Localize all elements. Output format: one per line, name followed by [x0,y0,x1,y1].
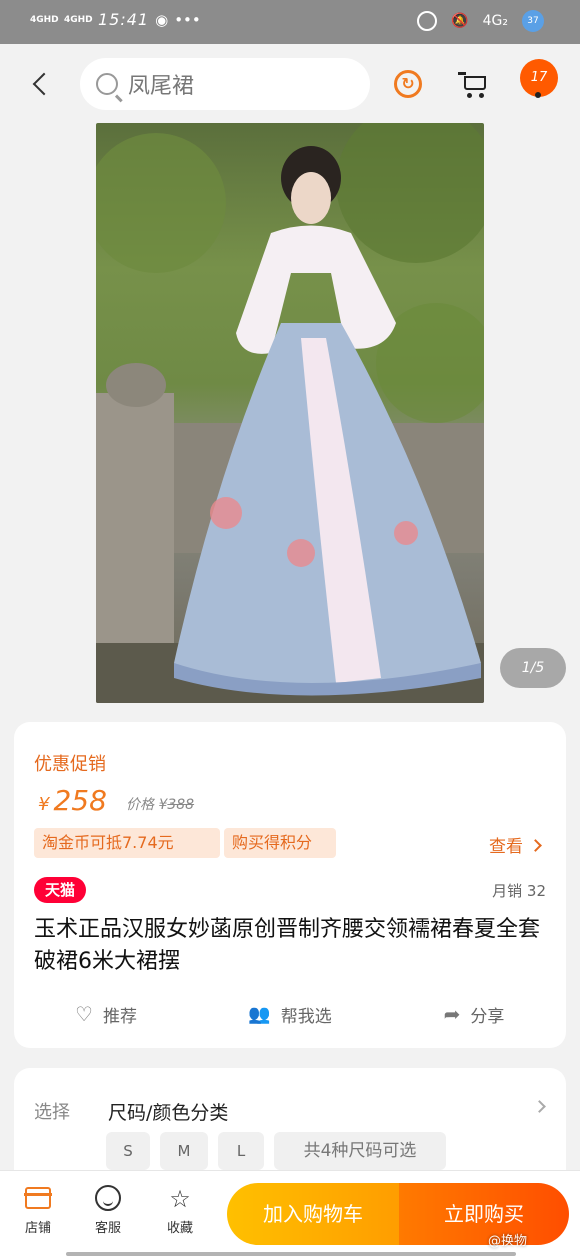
add-to-cart-button[interactable]: 加入购物车 [227,1183,399,1245]
share-label: 分享 [470,1006,505,1027]
alarm-icon [417,11,438,31]
store-icon [24,1187,52,1209]
buy-now-button[interactable]: 立即购买 [399,1183,569,1245]
network-indicator: 4G₂ [482,13,508,29]
cart-icon[interactable] [458,70,488,98]
promo-label: 优惠促销 [34,754,106,775]
size-chip-s[interactable]: S [106,1132,150,1170]
customer-service-button[interactable]: 客服 [78,1183,138,1236]
share-button[interactable]: ➦ 分享 [382,998,566,1030]
view-promo-link[interactable]: 查看 [489,832,542,857]
original-price: 价格 ¥388 [126,794,194,814]
more-dots: ••• [174,10,201,29]
product-title: 玉术正品汉服女妙菡原创晋制齐腰交领襦裙春夏全套破裙6米大裙摆 [34,917,541,974]
more-icon[interactable] [535,92,541,98]
size-chip-m[interactable]: M [160,1132,208,1170]
recommend-button[interactable]: ♡ 推荐 [14,998,198,1030]
back-button[interactable] [26,66,56,102]
select-value: 尺码/颜色分类 [108,1102,229,1124]
tmall-badge: 天猫 [34,877,86,903]
home-indicator[interactable] [66,1252,516,1256]
original-price-label: 价格 ¥ [126,797,168,813]
currency-symbol: ¥ [38,794,50,815]
watermark: @换物 [488,1234,528,1249]
top-nav: 凤尾裙 ↻ 17 [0,44,580,124]
signal-indicator-2: 4GHD [64,14,93,25]
monthly-sales: 月销 32 [492,882,546,900]
product-image[interactable] [96,123,484,703]
search-icon [96,73,118,95]
store-button[interactable]: 店铺 [8,1183,68,1236]
coin-discount-badge[interactable]: 淘金币可抵7.74元 [34,828,220,858]
chevron-right-icon [533,1100,546,1113]
favorite-button[interactable]: ☆ 收藏 [150,1183,210,1236]
service-label: 客服 [94,1221,121,1236]
help-choose-button[interactable]: 👥 帮我选 [198,998,382,1030]
points-badge[interactable]: 购买得积分 [224,828,336,858]
product-photo-illustration [96,123,484,703]
select-label: 选择 [34,1102,70,1123]
price: ¥258 [38,784,107,817]
clock: 15:41 [98,10,150,29]
store-label: 店铺 [24,1221,51,1236]
star-icon: ☆ [169,1185,191,1213]
chevron-right-icon [529,839,542,852]
help-choose-label: 帮我选 [280,1006,332,1027]
product-info-card: 优惠促销 ¥258 价格 ¥388 淘金币可抵7.74元 购买得积分 查看 天猫… [14,722,566,1048]
action-row: ♡ 推荐 👥 帮我选 ➦ 分享 [14,998,566,1030]
signal-indicator: 4GHD [30,14,59,25]
view-label: 查看 [489,837,523,857]
original-price-value: 388 [167,797,195,813]
share-icon[interactable]: ↻ [394,70,422,98]
share-arrow-icon: ➦ [443,1002,461,1026]
favorite-label: 收藏 [166,1221,193,1236]
mute-icon: 🔕 [451,13,469,29]
service-icon [95,1185,121,1211]
status-notification-icon: ◉ [155,10,169,29]
search-query: 凤尾裙 [128,74,195,99]
recommend-label: 推荐 [102,1006,137,1027]
people-icon: 👥 [248,1003,271,1025]
image-counter: 1/5 [500,648,566,688]
price-amount: 258 [53,784,107,817]
size-chip-l[interactable]: L [218,1132,264,1170]
search-box[interactable]: 凤尾裙 [80,58,370,110]
heart-icon: ♡ [75,1002,93,1026]
status-bar: 4GHD 4GHD 15:41 ◉ ••• 🔕 4G₂ 37 [0,0,580,44]
battery-icon: 37 [522,10,544,32]
size-count[interactable]: 共4种尺码可选 [274,1132,446,1170]
